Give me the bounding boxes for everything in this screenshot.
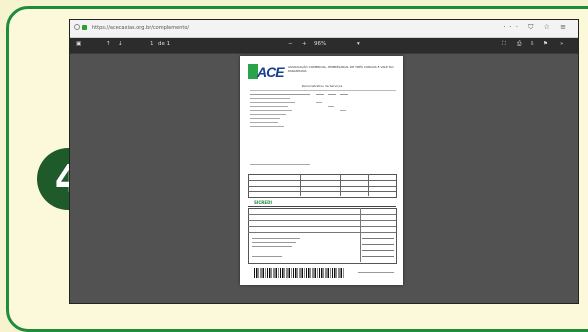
page-number-input[interactable]: 1 [150,41,154,47]
address-bar[interactable]: https://acecaxias.org.br/complemento/ ··… [70,20,578,38]
pdf-page: ACE ASSOCIAÇÃO COMERCIAL, EMPRESARIAL DE… [240,56,403,285]
org-header: ASSOCIAÇÃO COMERCIAL, EMPRESARIAL DE TRÊ… [288,65,394,73]
print-icon[interactable]: ⎙ [517,41,521,48]
more-tools-icon[interactable]: » [560,41,563,47]
browser-window: https://acecaxias.org.br/complemento/ ··… [69,19,579,304]
section-title: Demonstrativo de Serviços [301,84,343,88]
download-icon[interactable]: ⇩ [530,41,535,47]
previous-page-icon[interactable]: ↑ [106,41,111,47]
bank-logo: SICREDI [254,200,272,205]
ace-logo: ACE [248,64,285,80]
pdf-toolbar: ▣ ↑ ↓ 1 de 1 − + 96% ▾ ⛶ ⎙ ⇩ ⚑ » [70,38,578,53]
sidebar-toggle-icon[interactable]: ▣ [76,41,81,47]
url-text[interactable]: https://acecaxias.org.br/complemento/ [92,25,189,31]
page-total: de 1 [158,41,171,47]
zoom-in-button[interactable]: + [302,41,307,47]
chevron-down-icon[interactable]: ▾ [357,41,360,47]
info-icon[interactable] [74,24,80,30]
bookmark-icon[interactable]: ⚑ [543,41,548,47]
zoom-select[interactable]: 96% [314,41,326,47]
pdf-viewer[interactable]: ACE ASSOCIAÇÃO COMERCIAL, EMPRESARIAL DE… [70,54,578,303]
lock-icon [82,25,87,30]
next-page-icon[interactable]: ↓ [118,41,123,47]
browser-actions[interactable]: ··· ⛉ ☆ ≡ [503,23,570,32]
presentation-icon[interactable]: ⛶ [502,41,506,48]
zoom-out-button[interactable]: − [288,41,293,47]
barcode [254,268,344,278]
